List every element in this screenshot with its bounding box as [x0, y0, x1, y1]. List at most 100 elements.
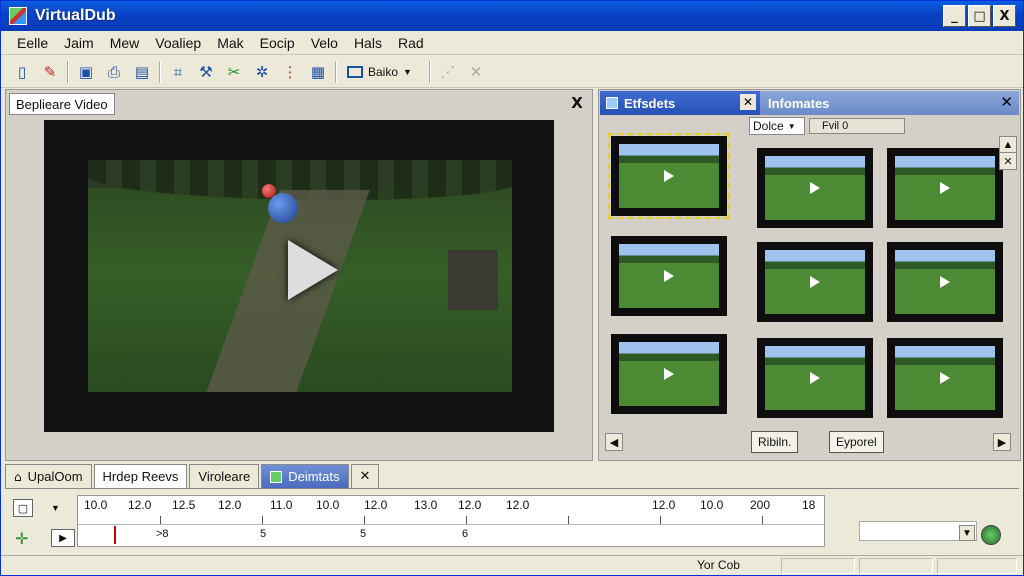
disabled-link-icon: ⋰ — [440, 62, 456, 81]
timeline-ruler[interactable]: 10.0 12.0 12.5 12.0 11.0 10.0 12.0 13.0 … — [77, 495, 825, 547]
details-tab-icon — [270, 470, 283, 483]
menu-file[interactable]: Eelle — [9, 35, 56, 51]
next-frame-button[interactable]: ▶ — [51, 529, 75, 547]
effect-thumbnail[interactable] — [611, 236, 727, 316]
wand-icon[interactable]: ✎ — [39, 61, 61, 83]
scroll-right-icon[interactable]: ▶ — [993, 433, 1011, 451]
toolbar-separator — [67, 60, 69, 83]
menu-edit[interactable]: Jaim — [56, 35, 102, 51]
effect-thumbnail[interactable] — [757, 338, 873, 418]
thumbnail-image — [895, 156, 995, 220]
bottom-tab-strip: ⌂ UpalOom Hrdep Reevs Viroleare Deimtats… — [5, 463, 1019, 489]
apply-button[interactable]: Ribiln. — [751, 431, 799, 453]
menu-tools[interactable]: Hals — [346, 35, 390, 51]
track-marker-label: >8 — [156, 528, 169, 540]
menu-video[interactable]: Voaliep — [147, 35, 209, 51]
play-icon[interactable] — [288, 240, 338, 300]
tick — [160, 516, 161, 524]
scroll-close-icon[interactable]: ✕ — [999, 152, 1017, 170]
scene-rock — [448, 250, 498, 310]
minimize-button[interactable]: _ — [943, 5, 966, 27]
tick-label: 12.0 — [458, 498, 482, 512]
tab-effects-label: Etfsdets — [624, 95, 676, 111]
effect-thumbnail[interactable] — [887, 148, 1003, 228]
menu-velo[interactable]: Velo — [303, 35, 346, 51]
cut-icon[interactable]: ✂ — [223, 61, 245, 83]
effects-panel: Etfsdets ✕ Infomates ✕ Dolce ▼ Fvil 0 ▲ … — [598, 89, 1021, 461]
save-icon[interactable]: ⎙ — [103, 61, 125, 83]
effect-thumbnail[interactable] — [757, 242, 873, 322]
go-button-icon[interactable] — [981, 525, 1001, 545]
thumbnail-image — [619, 342, 719, 406]
menu-mark[interactable]: Mak — [209, 35, 251, 51]
filter-input[interactable]: Fvil 0 — [809, 118, 905, 134]
tab-details-label: Deimtats — [288, 469, 340, 484]
close-button[interactable]: X — [993, 5, 1016, 27]
effect-thumbnail[interactable] — [887, 242, 1003, 322]
tick-label: 18 — [802, 498, 816, 512]
menu-view[interactable]: Mew — [102, 35, 148, 51]
status-text: Yor Cob — [697, 558, 740, 572]
chevron-down-icon[interactable]: ▼ — [51, 503, 60, 513]
effects-panel-header: Etfsdets ✕ Infomates ✕ — [600, 91, 1019, 115]
tick — [364, 516, 365, 524]
filter-icon[interactable]: ⋮ — [279, 61, 301, 83]
tick-label: 12.0 — [364, 498, 388, 512]
export-button[interactable]: Eyporel — [829, 431, 884, 453]
select-tool-icon[interactable]: ▢ — [13, 499, 33, 517]
tab-details[interactable]: Deimtats — [261, 464, 349, 488]
timeline-track[interactable]: >8 5 5 6 — [78, 524, 824, 546]
effect-thumbnail[interactable] — [887, 338, 1003, 418]
chevron-down-icon[interactable]: ▼ — [959, 525, 975, 541]
playhead[interactable] — [114, 526, 116, 544]
status-bar: Yor Cob — [1, 555, 1023, 575]
tab-render[interactable]: Hrdep Reevs — [93, 464, 188, 488]
sort-select[interactable]: Dolce ▼ — [749, 117, 805, 135]
toolbar-separator — [335, 60, 337, 83]
mode-dropdown-label: Baiko — [368, 64, 399, 79]
menu-help[interactable]: Rad — [390, 35, 432, 51]
tab-info-close-icon[interactable]: ✕ — [1000, 93, 1013, 111]
film-icon[interactable]: ▤ — [131, 61, 153, 83]
scroll-left-icon[interactable]: ◀ — [605, 433, 623, 451]
open-icon[interactable]: ▣ — [75, 61, 97, 83]
thumbnail-image — [895, 346, 995, 410]
effect-thumbnail[interactable] — [608, 133, 730, 219]
toolbar: ▯ ✎ ▣ ⎙ ▤ ⌗ ⚒ ✂ ✲ ⋮ ▦ Baiko ▼ ⋰ ✕ — [1, 56, 1023, 88]
tick-label: 12.0 — [128, 498, 152, 512]
preview-close-icon[interactable]: X — [568, 94, 586, 112]
crop-icon[interactable]: ⌗ — [167, 61, 189, 83]
tick-label: 12.0 — [652, 498, 676, 512]
thumbnail-image — [765, 346, 865, 410]
chevron-down-icon: ▼ — [787, 121, 796, 131]
move-tool-icon[interactable]: ✛ — [15, 529, 28, 548]
tab-effects[interactable]: Etfsdets ✕ — [600, 91, 760, 115]
track-marker-label: 5 — [260, 528, 267, 540]
tools-icon[interactable]: ⚒ — [195, 61, 217, 83]
title-bar: VirtualDub _ □ X — [1, 1, 1023, 31]
maximize-button[interactable]: □ — [968, 5, 991, 27]
effects-controls: Dolce ▼ Fvil 0 — [749, 117, 905, 135]
preview-tab[interactable]: Beplieare Video — [9, 93, 115, 115]
sort-select-value: Dolce — [753, 119, 784, 133]
export-icon[interactable]: ▦ — [307, 61, 329, 83]
new-file-icon[interactable]: ▯ — [11, 61, 33, 83]
effect-thumbnail[interactable] — [757, 148, 873, 228]
thumbnail-image — [619, 244, 719, 308]
effect-thumbnail[interactable] — [611, 334, 727, 414]
thumbnail-image — [765, 156, 865, 220]
tick — [262, 516, 263, 524]
tab-variable[interactable]: Viroleare — [189, 464, 260, 488]
tab-info-label: Infomates — [768, 95, 830, 111]
star-icon[interactable]: ✲ — [251, 61, 273, 83]
menu-effects[interactable]: Eocip — [252, 35, 303, 51]
tab-close-icon[interactable]: ✕ — [350, 464, 380, 488]
tab-effects-close-icon[interactable]: ✕ — [740, 94, 756, 110]
mode-dropdown[interactable]: Baiko ▼ — [343, 61, 423, 83]
preview-panel: Beplieare Video X — [5, 89, 593, 461]
tick-label: 13.0 — [414, 498, 438, 512]
tick-label: 11.0 — [270, 498, 293, 512]
tab-info[interactable]: Infomates ✕ — [760, 91, 1019, 115]
track-marker-label: 5 — [360, 528, 367, 540]
tab-upload[interactable]: ⌂ UpalOom — [5, 464, 92, 488]
